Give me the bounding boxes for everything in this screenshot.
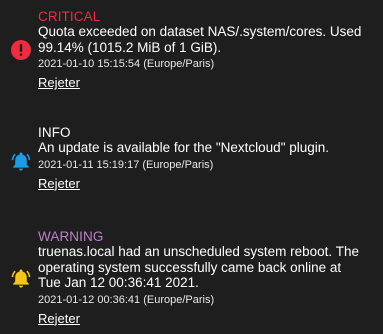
alert-message-line: operating system successfully came back … [38,259,342,275]
alert-level: CRITICAL [38,9,101,24]
alert-body: INFO An update is available for the "Nex… [38,125,379,193]
alert-level: WARNING [38,229,104,244]
alert-message-line: 99.14% (1015.2 MiB of 1 GiB). [38,39,222,55]
alert-level: INFO [38,125,71,140]
alert-body: CRITICAL Quota exceeded on dataset NAS/.… [38,9,379,92]
alert-timestamp: 2021-01-11 15:19:17 (Europe/Paris) [38,158,214,171]
alert-message-line: An update is available for the "Nextclou… [38,140,330,155]
alert-timestamp: 2021-01-10 15:15:54 (Europe/Paris) [38,58,215,70]
dismiss-link[interactable]: Rejeter [38,176,80,192]
bell-icon [10,150,32,172]
alerts-panel: CRITICAL Quota exceeded on dataset NAS/.… [0,0,383,334]
dismiss-link[interactable]: Rejeter [38,311,80,327]
dismiss-link[interactable]: Rejeter [38,75,80,91]
bell-icon [10,267,32,289]
alert-message-line: truenas.local had an unscheduled system … [38,244,359,259]
alert-message-line: Tue Jan 12 00:36:41 2021. [38,275,199,290]
alert-body: WARNING truenas.local had an unscheduled… [38,229,379,328]
error-circle-icon [10,39,32,61]
alert-timestamp: 2021-01-12 00:36:41 (Europe/Paris) [38,293,215,306]
alert-message-line: Quota exceeded on dataset NAS/.system/co… [38,24,362,39]
